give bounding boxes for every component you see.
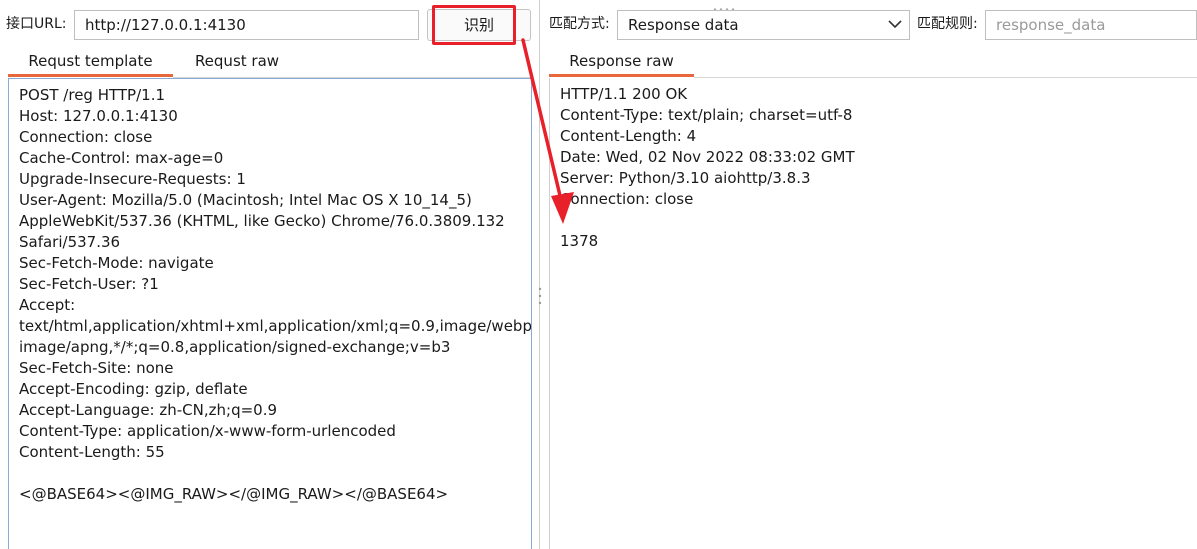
request-line: Host: 127.0.0.1:4130 [19, 107, 178, 125]
request-line: Safari/537.36 [19, 233, 121, 251]
response-line: Content-Type: text/plain; charset=utf-8 [560, 106, 853, 124]
request-line: Accept-Encoding: gzip, deflate [19, 380, 248, 398]
response-line [560, 210, 1187, 231]
url-label: 接口URL: [6, 16, 67, 32]
request-line: image/apng,*/*;q=0.8,application/signed-… [19, 338, 451, 356]
request-line [19, 463, 521, 484]
chevron-down-icon[interactable] [887, 16, 903, 32]
response-line: Server: Python/3.10 aiohttp/3.8.3 [560, 169, 811, 187]
request-line: Upgrade-Insecure-Requests: 1 [19, 170, 246, 188]
response-line: Date: Wed, 02 Nov 2022 08:33:02 GMT [560, 148, 855, 166]
request-line: POST /reg HTTP/1.1 [19, 86, 166, 104]
request-line: <@BASE64><@IMG_RAW></@IMG_RAW></@BASE64> [19, 485, 449, 503]
request-line: text/html,application/xhtml+xml,applicat… [19, 317, 532, 335]
request-line: Sec-Fetch-Site: none [19, 359, 174, 377]
response-raw-viewer[interactable]: HTTP/1.1 200 OK Content-Type: text/plain;… [549, 78, 1197, 549]
highlight-box [432, 5, 516, 45]
match-mode-value: Response data [628, 16, 739, 34]
request-line: Cache-Control: max-age=0 [19, 149, 224, 167]
splitter-grip-icon[interactable] [538, 286, 542, 306]
tab-request-template[interactable]: Requst template [8, 51, 173, 71]
request-line: Content-Length: 55 [19, 443, 165, 461]
request-line: Sec-Fetch-User: ?1 [19, 275, 159, 293]
request-line: Content-Type: application/x-www-form-url… [19, 422, 396, 440]
match-mode-label: 匹配方式: [549, 16, 610, 32]
tab-response-raw-underline [549, 74, 694, 77]
response-line: 1378 [560, 232, 599, 250]
top-grip-icon [712, 0, 736, 11]
match-rule-input[interactable]: response_data [985, 10, 1197, 40]
response-line: Connection: close [560, 190, 694, 208]
tab-response-raw[interactable]: Response raw [549, 51, 694, 71]
request-template-editor[interactable]: POST /reg HTTP/1.1 Host: 127.0.0.1:4130 Co… [8, 78, 532, 549]
request-line: Connection: close [19, 128, 153, 146]
tab-request-raw[interactable]: Requst raw [178, 51, 296, 71]
request-line: Accept-Language: zh-CN,zh;q=0.9 [19, 401, 278, 419]
splitter[interactable] [539, 0, 540, 549]
tab-request-template-underline [8, 74, 173, 77]
request-line: AppleWebKit/537.36 (KHTML, like Gecko) C… [19, 212, 505, 230]
request-line: Accept: [19, 296, 76, 314]
response-line: HTTP/1.1 200 OK [560, 85, 688, 103]
match-mode-select[interactable]: Response data [617, 10, 910, 40]
match-rule-label: 匹配规则: [917, 16, 978, 32]
request-line: User-Agent: Mozilla/5.0 (Macintosh; Inte… [19, 191, 472, 209]
response-line: Content-Length: 4 [560, 127, 697, 145]
url-input[interactable]: http://127.0.0.1:4130 [74, 10, 419, 40]
request-line: Sec-Fetch-Mode: navigate [19, 254, 214, 272]
